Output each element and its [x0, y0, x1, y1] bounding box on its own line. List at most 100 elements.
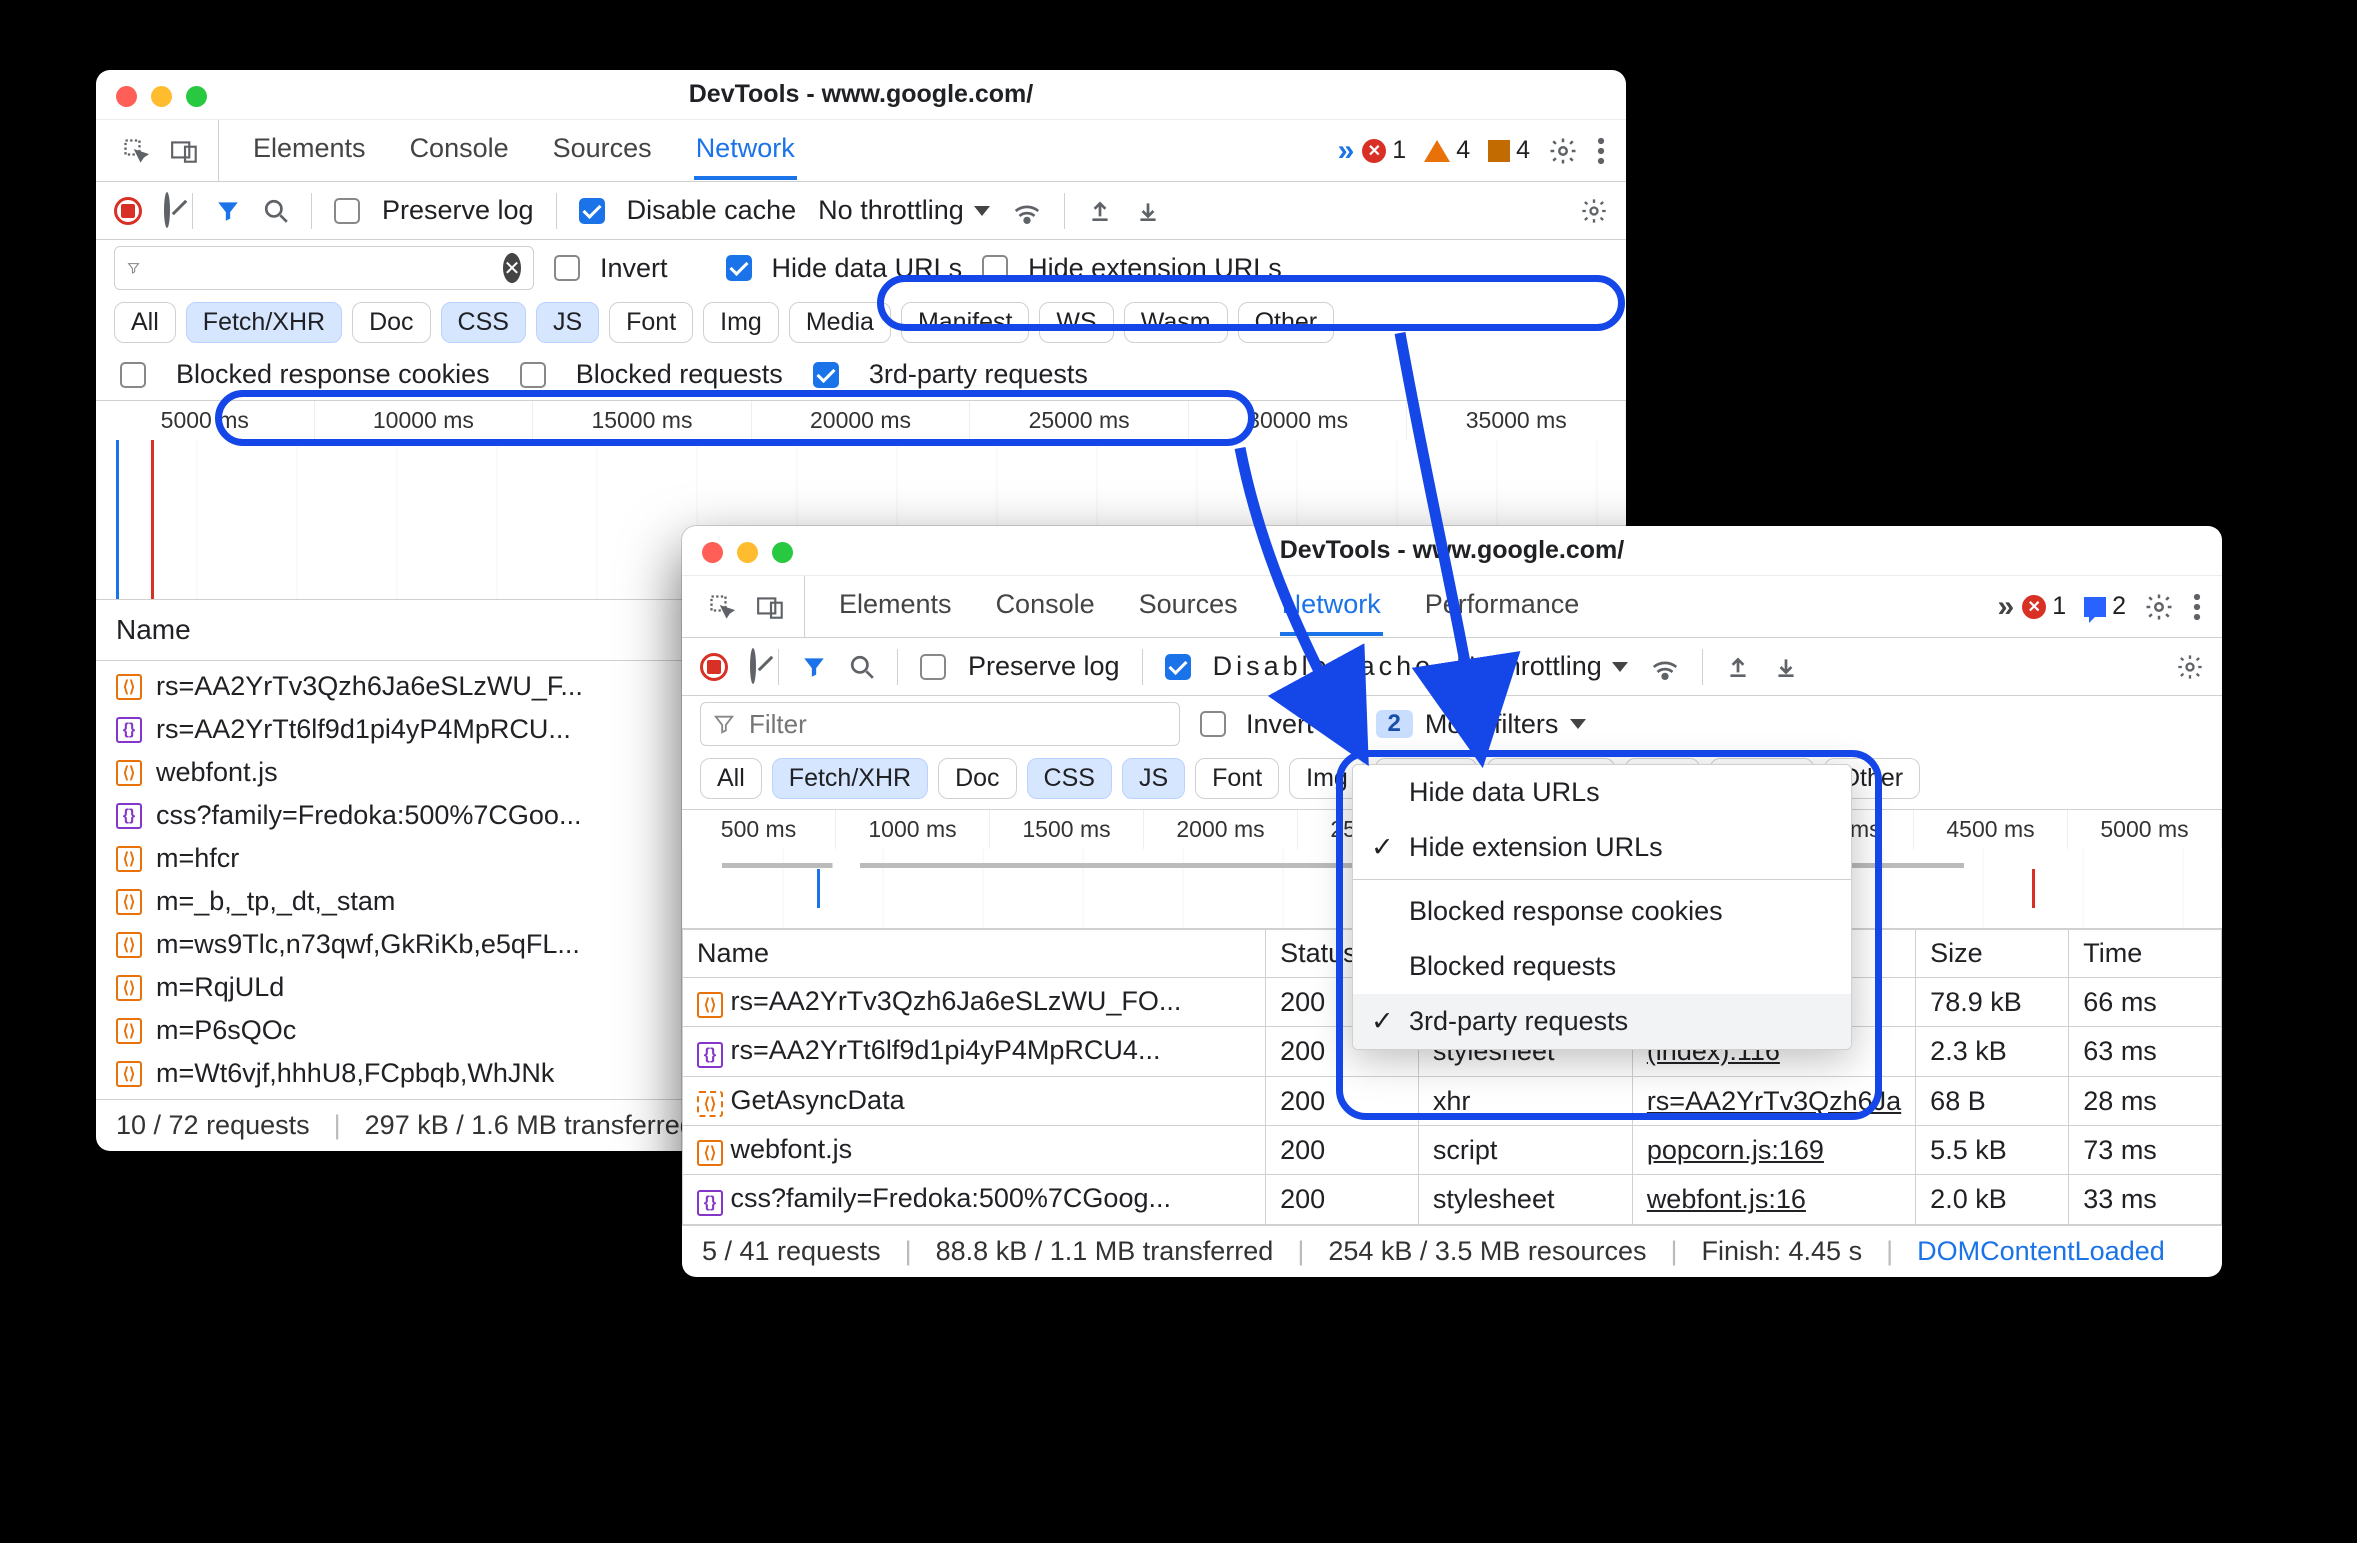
- chip-other[interactable]: Other: [1238, 302, 1335, 343]
- file-type-icon: ⟨⟩: [116, 975, 142, 1001]
- initiator-cell[interactable]: webfont.js:16: [1632, 1175, 1915, 1225]
- device-icon[interactable]: [170, 137, 200, 165]
- chip-js[interactable]: JS: [1122, 758, 1185, 799]
- preserve-log-checkbox[interactable]: [920, 654, 946, 680]
- filter-input[interactable]: [700, 702, 1180, 746]
- chip-media[interactable]: Media: [789, 302, 891, 343]
- chip-wasm[interactable]: Wasm: [1124, 302, 1228, 343]
- column-header[interactable]: Time: [2069, 930, 2222, 978]
- column-header[interactable]: Size: [1916, 930, 2069, 978]
- table-row[interactable]: {} css?family=Fredoka:500%7CGoog...200st…: [683, 1175, 2222, 1225]
- popup-item[interactable]: ✓Hide extension URLs: [1353, 820, 1851, 875]
- table-row[interactable]: ⟨⟩ GetAsyncData200xhrrs=AA2YrTv3Qzh6Ja68…: [683, 1077, 2222, 1126]
- popup-item[interactable]: ✓3rd-party requests: [1353, 994, 1851, 1049]
- gear-icon[interactable]: [1548, 136, 1578, 166]
- maximize-icon[interactable]: [186, 86, 207, 107]
- message-count[interactable]: 2: [2084, 592, 2126, 621]
- chip-doc[interactable]: Doc: [352, 302, 430, 343]
- popup-item[interactable]: Hide data URLs: [1353, 765, 1851, 820]
- filter-text-field[interactable]: [152, 252, 491, 285]
- chip-manifest[interactable]: Manifest: [901, 302, 1029, 343]
- chip-css[interactable]: CSS: [441, 302, 526, 343]
- gear-icon[interactable]: [1580, 197, 1608, 225]
- popup-item[interactable]: Blocked response cookies: [1353, 884, 1851, 939]
- upload-icon[interactable]: [1725, 653, 1751, 681]
- invert-checkbox[interactable]: [1200, 711, 1226, 737]
- upload-icon[interactable]: [1087, 197, 1113, 225]
- gear-icon[interactable]: [2176, 653, 2204, 681]
- chip-all[interactable]: All: [700, 758, 762, 799]
- chip-img[interactable]: Img: [703, 302, 779, 343]
- disable-cache-label: Disable cache: [627, 195, 797, 226]
- tab-sources[interactable]: Sources: [551, 121, 654, 180]
- column-header[interactable]: Name: [683, 930, 1266, 978]
- hide-data-urls-checkbox[interactable]: [726, 255, 752, 281]
- throttling-select[interactable]: No throttling: [818, 195, 990, 226]
- chip-font[interactable]: Font: [1195, 758, 1279, 799]
- more-filters-button[interactable]: 2 More filters: [1364, 705, 1599, 744]
- initiator-cell[interactable]: popcorn.js:169: [1632, 1126, 1915, 1175]
- search-icon[interactable]: [263, 198, 289, 224]
- close-icon[interactable]: [116, 86, 137, 107]
- inspect-icon[interactable]: [708, 593, 736, 621]
- tab-elements[interactable]: Elements: [837, 577, 954, 636]
- more-tabs-icon[interactable]: »: [1998, 590, 2015, 624]
- blocked-cookies-checkbox[interactable]: [120, 362, 146, 388]
- clear-filter-icon[interactable]: ✕: [503, 253, 521, 283]
- device-icon[interactable]: [756, 593, 786, 621]
- download-icon[interactable]: [1773, 653, 1799, 681]
- clear-button[interactable]: [750, 651, 756, 682]
- filter-input[interactable]: ✕: [114, 246, 534, 290]
- disable-cache-checkbox[interactable]: [1165, 654, 1191, 680]
- popup-item[interactable]: Blocked requests: [1353, 939, 1851, 994]
- initiator-cell[interactable]: rs=AA2YrTv3Qzh6Ja: [1632, 1077, 1915, 1126]
- chip-fetchxhr[interactable]: Fetch/XHR: [772, 758, 928, 799]
- chip-font[interactable]: Font: [609, 302, 693, 343]
- minimize-icon[interactable]: [737, 542, 758, 563]
- gear-icon[interactable]: [2144, 592, 2174, 622]
- table-row[interactable]: ⟨⟩ webfont.js200scriptpopcorn.js:1695.5 …: [683, 1126, 2222, 1175]
- tab-network[interactable]: Network: [1280, 577, 1383, 636]
- chip-js[interactable]: JS: [536, 302, 599, 343]
- extra-filters-row: Blocked response cookies Blocked request…: [96, 353, 1626, 400]
- filter-icon[interactable]: [801, 654, 827, 680]
- kebab-icon[interactable]: [1596, 136, 1606, 166]
- tab-performance[interactable]: Performance: [1423, 577, 1582, 636]
- tab-console[interactable]: Console: [994, 577, 1097, 636]
- chip-fetchxhr[interactable]: Fetch/XHR: [186, 302, 342, 343]
- chip-ws[interactable]: WS: [1039, 302, 1113, 343]
- close-icon[interactable]: [702, 542, 723, 563]
- tab-elements[interactable]: Elements: [251, 121, 368, 180]
- preserve-log-checkbox[interactable]: [334, 198, 360, 224]
- clear-button[interactable]: [164, 195, 170, 226]
- search-icon[interactable]: [849, 654, 875, 680]
- throttling-select[interactable]: No throttling: [1456, 651, 1628, 682]
- error-count[interactable]: ✕1: [1362, 136, 1406, 165]
- chip-doc[interactable]: Doc: [938, 758, 1016, 799]
- network-conditions-icon[interactable]: [1650, 654, 1680, 680]
- tab-sources[interactable]: Sources: [1137, 577, 1240, 636]
- disable-cache-checkbox[interactable]: [579, 198, 605, 224]
- network-conditions-icon[interactable]: [1012, 198, 1042, 224]
- error-count[interactable]: ✕1: [2022, 592, 2066, 621]
- blocked-requests-checkbox[interactable]: [520, 362, 546, 388]
- record-button[interactable]: [700, 653, 728, 681]
- tab-console[interactable]: Console: [408, 121, 511, 180]
- hide-extension-urls-checkbox[interactable]: [982, 255, 1008, 281]
- chip-css[interactable]: CSS: [1027, 758, 1112, 799]
- record-button[interactable]: [114, 197, 142, 225]
- download-icon[interactable]: [1135, 197, 1161, 225]
- third-party-checkbox[interactable]: [813, 362, 839, 388]
- issue-count[interactable]: 4: [1488, 136, 1530, 165]
- maximize-icon[interactable]: [772, 542, 793, 563]
- kebab-icon[interactable]: [2192, 592, 2202, 622]
- filter-text-field[interactable]: [747, 708, 1167, 741]
- more-tabs-icon[interactable]: »: [1338, 134, 1355, 168]
- chip-all[interactable]: All: [114, 302, 176, 343]
- inspect-icon[interactable]: [122, 137, 150, 165]
- tab-network[interactable]: Network: [694, 121, 797, 180]
- minimize-icon[interactable]: [151, 86, 172, 107]
- filter-icon[interactable]: [215, 198, 241, 224]
- invert-checkbox[interactable]: [554, 255, 580, 281]
- warning-count[interactable]: 4: [1424, 136, 1470, 165]
